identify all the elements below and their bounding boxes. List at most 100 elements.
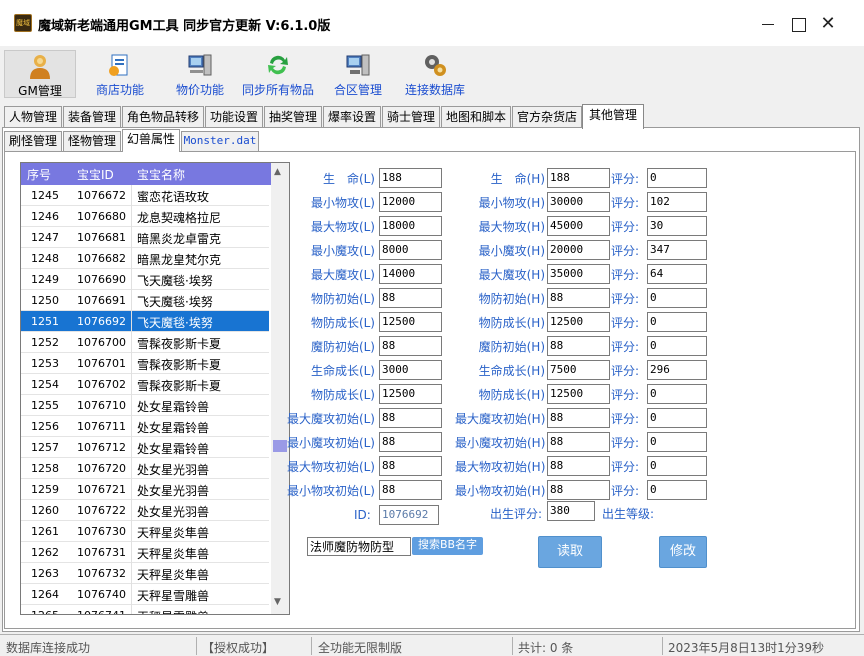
tab-map-script[interactable]: 地图和脚本 [441,106,511,128]
attr-high-field[interactable]: 88 [547,456,610,476]
tab-other-manage[interactable]: 其他管理 [582,104,644,129]
table-row[interactable]: 1263 1076732 天秤星炎隼兽 [21,563,269,584]
tab-equipment-manage[interactable]: 装备管理 [63,106,121,128]
tab-character-manage[interactable]: 人物管理 [4,106,62,128]
subtab-pet-attributes[interactable]: 幻兽属性 [122,129,180,152]
attr-high-field[interactable]: 20000 [547,240,610,260]
scroll-up-arrow-icon[interactable]: ▲ [274,167,281,177]
score-field[interactable]: 102 [647,192,707,212]
birth-score-field[interactable]: 380 [547,501,595,521]
subtab-monster-manage[interactable]: 怪物管理 [63,131,121,151]
id-field[interactable]: 1076692 [379,505,439,525]
tab-lottery-manage[interactable]: 抽奖管理 [264,106,322,128]
scroll-down-arrow-icon[interactable]: ▼ [274,597,281,607]
table-row[interactable]: 1256 1076711 处女星霜铃兽 [21,416,269,437]
column-header-id[interactable]: 宝宝ID [77,166,114,183]
table-row[interactable]: 1247 1076681 暗黑炎龙卓雷克 [21,227,269,248]
score-field[interactable]: 0 [647,432,707,452]
table-row[interactable]: 1248 1076682 暗黑龙皇梵尔克 [21,248,269,269]
score-field[interactable]: 0 [647,168,707,188]
table-row[interactable]: 1258 1076720 处女星光羽兽 [21,458,269,479]
column-header-no[interactable]: 序号 [27,166,51,183]
attr-low-field[interactable]: 88 [379,432,442,452]
toolbar-sync-items-button[interactable]: 同步所有物品 [240,50,316,98]
toolbar-shop-button[interactable]: 商店功能 [84,50,156,98]
table-row[interactable]: 1250 1076691 飞天魔毯·埃努 [21,290,269,311]
attr-high-field[interactable]: 30000 [547,192,610,212]
table-row[interactable]: 1264 1076740 天秤星雪雕兽 [21,584,269,605]
tab-official-shop[interactable]: 官方杂货店 [512,106,582,128]
table-row[interactable]: 1255 1076710 处女星霜铃兽 [21,395,269,416]
table-row[interactable]: 1260 1076722 处女星光羽兽 [21,500,269,521]
attr-low-field[interactable]: 8000 [379,240,442,260]
attr-high-field[interactable]: 88 [547,480,610,500]
table-row[interactable]: 1257 1076712 处女星霜铃兽 [21,437,269,458]
column-header-name[interactable]: 宝宝名称 [137,166,185,183]
pet-name-search-input[interactable]: 法师魔防物防型 [307,537,411,556]
table-row[interactable]: 1259 1076721 处女星光羽兽 [21,479,269,500]
score-field[interactable]: 0 [647,408,707,428]
score-field[interactable]: 0 [647,288,707,308]
table-row[interactable]: 1251 1076692 飞天魔毯·埃努 [21,311,269,332]
toolbar-gm-manage-button[interactable]: GM管理 [4,50,76,98]
column-divider [131,311,132,332]
table-row[interactable]: 1254 1076702 雪髹夜影斯卡夏 [21,374,269,395]
tab-drop-rate[interactable]: 爆率设置 [323,106,381,128]
search-pet-name-button[interactable]: 搜索BB名字 [412,537,483,555]
attr-high-field[interactable]: 88 [547,288,610,308]
attr-low-field[interactable]: 88 [379,336,442,356]
tab-item-transfer[interactable]: 角色物品转移 [122,106,204,128]
attr-low-field[interactable]: 18000 [379,216,442,236]
attr-low-field[interactable]: 14000 [379,264,442,284]
maximize-button[interactable] [784,10,812,38]
score-field[interactable]: 296 [647,360,707,380]
attr-high-field[interactable]: 88 [547,432,610,452]
score-field[interactable]: 0 [647,384,707,404]
attr-low-field[interactable]: 12000 [379,192,442,212]
attr-low-field[interactable]: 12500 [379,384,442,404]
table-row[interactable]: 1249 1076690 飞天魔毯·埃努 [21,269,269,290]
tab-function-settings[interactable]: 功能设置 [205,106,263,128]
subtab-monster-dat[interactable]: Monster.dat [181,131,259,151]
cell-id: 1076710 [77,399,126,412]
attr-high-field[interactable]: 12500 [547,384,610,404]
table-row[interactable]: 1262 1076731 天秤星炎隼兽 [21,542,269,563]
attr-low-field[interactable]: 88 [379,456,442,476]
toolbar-merge-server-button[interactable]: 合区管理 [322,50,394,98]
attr-low-field[interactable]: 12500 [379,312,442,332]
attr-low-field[interactable]: 188 [379,168,442,188]
attr-high-field[interactable]: 7500 [547,360,610,380]
score-field[interactable]: 64 [647,264,707,284]
score-field[interactable]: 347 [647,240,707,260]
attr-high-field[interactable]: 35000 [547,264,610,284]
table-row[interactable]: 1265 1076741 天秤星雪雕兽 [21,605,269,614]
attr-high-field[interactable]: 45000 [547,216,610,236]
table-row[interactable]: 1253 1076701 雪髹夜影斯卡夏 [21,353,269,374]
table-row[interactable]: 1245 1076672 蜜恋花语玫玫 [21,185,269,206]
score-field[interactable]: 0 [647,456,707,476]
pet-list[interactable]: 序号 宝宝ID 宝宝名称 1245 1076672 蜜恋花语玫玫 1246 107668… [20,162,290,615]
attr-high-field[interactable]: 12500 [547,312,610,332]
score-field[interactable]: 0 [647,336,707,356]
attr-high-field[interactable]: 88 [547,336,610,356]
close-button[interactable]: ✕ [814,10,842,38]
toolbar-price-button[interactable]: 物价功能 [164,50,236,98]
score-field[interactable]: 0 [647,312,707,332]
table-row[interactable]: 1246 1076680 龙息契魂格拉尼 [21,206,269,227]
score-field[interactable]: 0 [647,480,707,500]
attr-high-field[interactable]: 88 [547,408,610,428]
modify-button[interactable]: 修改 [659,536,707,568]
attr-high-field[interactable]: 188 [547,168,610,188]
read-button[interactable]: 读取 [538,536,602,568]
table-row[interactable]: 1252 1076700 雪髹夜影斯卡夏 [21,332,269,353]
attr-low-field[interactable]: 88 [379,288,442,308]
score-field[interactable]: 30 [647,216,707,236]
attr-low-field[interactable]: 88 [379,480,442,500]
table-row[interactable]: 1261 1076730 天秤星炎隼兽 [21,521,269,542]
toolbar-connect-db-button[interactable]: 连接数据库 [402,50,468,98]
attr-low-field[interactable]: 88 [379,408,442,428]
subtab-spawn-manage[interactable]: 刷怪管理 [4,131,62,151]
tab-knight-manage[interactable]: 骑士管理 [382,106,440,128]
minimize-button[interactable] [754,10,782,38]
attr-low-field[interactable]: 3000 [379,360,442,380]
